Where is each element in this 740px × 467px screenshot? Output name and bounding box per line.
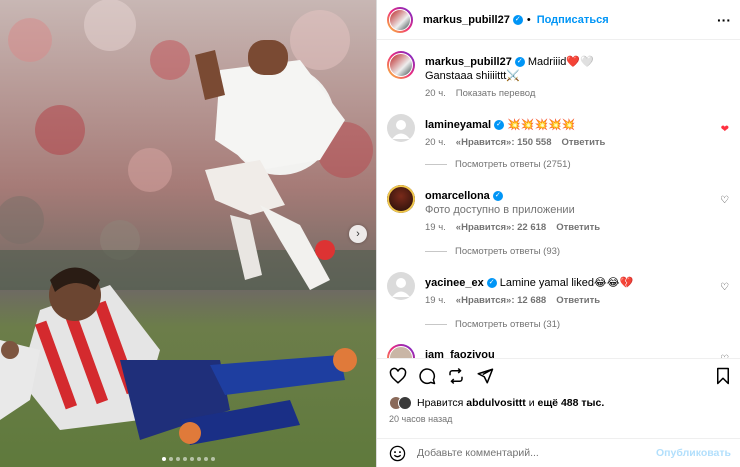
comment-avatar[interactable] bbox=[387, 272, 415, 300]
view-replies-button[interactable]: Посмотреть ответы (31) bbox=[425, 319, 560, 330]
comments-list[interactable]: markus_pubill27 ✓ Madriiid❤️🤍 Ganstaaa sh… bbox=[377, 40, 740, 358]
next-photo-button[interactable]: › bbox=[349, 225, 367, 243]
add-comment-bar: Добавьте комментарий... Опубликовать bbox=[377, 438, 740, 467]
ellipsis-icon[interactable]: ··· bbox=[717, 12, 731, 28]
verified-badge-icon: ✓ bbox=[514, 57, 525, 68]
carousel-dot bbox=[182, 457, 187, 461]
reply-button[interactable]: Ответить bbox=[556, 222, 600, 233]
translate-link[interactable]: Показать перевод bbox=[456, 88, 536, 99]
chevron-right-icon: › bbox=[356, 228, 360, 240]
heart-outline-icon[interactable]: ♡ bbox=[720, 282, 729, 293]
heart-filled-icon[interactable]: ❤ bbox=[721, 124, 729, 135]
comment-avatar[interactable] bbox=[387, 344, 415, 358]
comment-likes[interactable]: «Нравится»: 22 618 bbox=[456, 222, 546, 233]
instagram-post-view: › markus_pubill27 ✓ • Подписаться ··· ma… bbox=[0, 0, 740, 467]
default-avatar-icon bbox=[392, 120, 410, 139]
comment-time[interactable]: 20 ч. bbox=[425, 137, 446, 148]
comment-text: Lamine yamal liked😂😂💔 bbox=[499, 277, 634, 289]
follow-button[interactable]: Подписаться bbox=[537, 14, 609, 26]
like-icon[interactable] bbox=[389, 367, 407, 385]
heart-outline-icon[interactable]: ♡ bbox=[720, 195, 729, 206]
comment-likes[interactable]: «Нравится»: 150 558 bbox=[456, 137, 552, 148]
carousel-dot bbox=[175, 457, 180, 461]
view-replies-label: Посмотреть ответы (2751) bbox=[455, 159, 571, 170]
author-username[interactable]: markus_pubill27 bbox=[423, 14, 510, 26]
carousel-dot bbox=[196, 457, 201, 461]
replies-divider bbox=[425, 164, 447, 165]
comment-input[interactable]: Добавьте комментарий... bbox=[417, 447, 656, 459]
comment-avatar[interactable] bbox=[387, 185, 415, 213]
likes-summary[interactable]: Нравится abdulvosittt и ещё 488 тыс. bbox=[389, 396, 604, 410]
emoji-icon[interactable] bbox=[389, 445, 406, 462]
carousel-dot bbox=[189, 457, 194, 461]
view-replies-button[interactable]: Посмотреть ответы (93) bbox=[425, 246, 560, 257]
post-action-bar bbox=[377, 358, 740, 394]
liker-avatar bbox=[398, 396, 412, 410]
carousel-dot bbox=[168, 457, 173, 461]
replies-divider bbox=[425, 251, 447, 252]
view-replies-label: Посмотреть ответы (93) bbox=[455, 246, 561, 257]
carousel-dots bbox=[0, 457, 376, 461]
verified-badge-icon: ✓ bbox=[486, 278, 497, 289]
caption-line-1: Madriiid❤️🤍 bbox=[527, 56, 594, 68]
caption-avatar[interactable] bbox=[387, 51, 415, 79]
bookmark-icon[interactable] bbox=[715, 367, 731, 385]
likes-more[interactable]: ещё 488 тыс. bbox=[537, 397, 604, 409]
caption-username[interactable]: markus_pubill27 bbox=[425, 56, 512, 68]
default-avatar-icon bbox=[392, 278, 410, 297]
caption-time[interactable]: 20 ч. bbox=[425, 88, 446, 99]
post-photo[interactable]: › bbox=[0, 0, 376, 467]
comment-icon[interactable] bbox=[418, 367, 436, 385]
view-replies-button[interactable]: Посмотреть ответы (2751) bbox=[425, 159, 571, 170]
comment-avatar[interactable] bbox=[387, 114, 415, 142]
reply-button[interactable]: Ответить bbox=[556, 295, 600, 306]
comment-username[interactable]: lamineyamal bbox=[425, 119, 491, 131]
repost-icon[interactable] bbox=[447, 367, 465, 385]
carousel-dot bbox=[210, 457, 215, 461]
carousel-dot bbox=[203, 457, 208, 461]
replies-divider bbox=[425, 324, 447, 325]
reply-button[interactable]: Ответить bbox=[562, 137, 606, 148]
comment-username[interactable]: omarcellona bbox=[425, 190, 490, 202]
author-avatar[interactable] bbox=[387, 6, 413, 33]
football-photo bbox=[0, 0, 376, 467]
likes-prefix: Нравится bbox=[417, 397, 464, 409]
verified-badge-icon: ✓ bbox=[492, 191, 503, 202]
comment-username[interactable]: yacinee_ex bbox=[425, 277, 484, 289]
comment-time[interactable]: 19 ч. bbox=[425, 222, 446, 233]
view-replies-label: Посмотреть ответы (31) bbox=[455, 319, 561, 330]
verified-badge-icon: ✓ bbox=[512, 14, 523, 25]
liker-username[interactable]: abdulvosittt bbox=[466, 397, 526, 409]
caption-line-2: Ganstaaa shiiiittt⚔️ bbox=[425, 70, 521, 82]
share-icon[interactable] bbox=[476, 367, 494, 385]
verified-badge-icon: ✓ bbox=[494, 120, 505, 131]
comment-text: 💥💥💥💥💥 bbox=[507, 119, 576, 131]
comment-text: Фото доступно в приложении bbox=[425, 204, 575, 216]
comment-time[interactable]: 19 ч. bbox=[425, 295, 446, 306]
post-header: markus_pubill27 ✓ • Подписаться ··· bbox=[377, 0, 740, 40]
post-side-panel: markus_pubill27 ✓ • Подписаться ··· mark… bbox=[376, 0, 740, 467]
comment-username[interactable]: iam_faozivou bbox=[425, 349, 495, 358]
publish-button[interactable]: Опубликовать bbox=[656, 447, 731, 459]
likes-joiner: и bbox=[528, 397, 535, 409]
posted-time[interactable]: 20 часов назад bbox=[389, 414, 452, 424]
comment-likes[interactable]: «Нравится»: 12 688 bbox=[456, 295, 546, 306]
carousel-dot bbox=[161, 457, 166, 461]
